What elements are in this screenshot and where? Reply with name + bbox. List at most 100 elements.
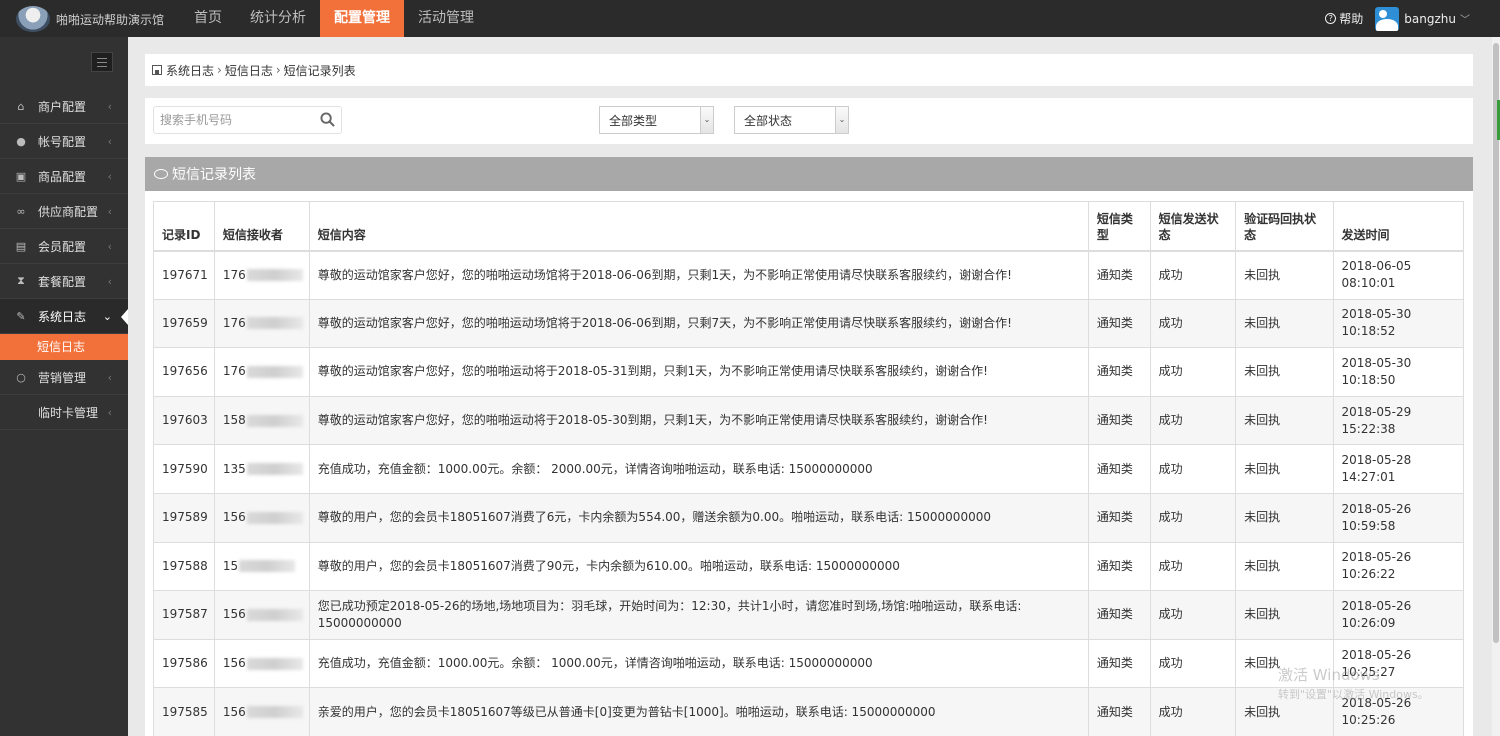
sidebar-item-member[interactable]: ▤ 会员配置 ‹ bbox=[0, 229, 128, 264]
chevron-down-icon: ⌄ bbox=[102, 309, 112, 323]
sidebar-subitem-sms-log[interactable]: 短信日志 bbox=[0, 334, 128, 360]
sidebar-item-supplier[interactable]: ∞ 供应商配置 ‹ bbox=[0, 194, 128, 229]
cell-ack-status: 未回执 bbox=[1235, 687, 1333, 736]
sidebar: ⌂ 商户配置 ‹ ● 帐号配置 ‹ ▣ 商品配置 ‹ ∞ 供应商配置 ‹ ▤ 会… bbox=[0, 37, 128, 736]
status-select-value: 全部状态 bbox=[744, 113, 793, 128]
cell-send-time: 2018-05-26 10:25:27 bbox=[1332, 638, 1464, 688]
nav-config[interactable]: 配置管理 bbox=[320, 0, 404, 37]
breadcrumb-item[interactable]: 系统日志 bbox=[166, 62, 214, 79]
username[interactable]: bangzhu bbox=[1404, 12, 1456, 26]
circle-icon: ○ bbox=[16, 370, 26, 384]
cell-ack-status: 未回执 bbox=[1235, 638, 1333, 688]
cell-id: 197671 bbox=[153, 250, 215, 300]
redacted-number bbox=[246, 657, 303, 670]
send-date: 2018-05-28 bbox=[1341, 453, 1412, 468]
chevron-down-icon[interactable]: ﹀ bbox=[1460, 11, 1470, 26]
cell-ack-status: 未回执 bbox=[1235, 492, 1333, 543]
redacted-number bbox=[246, 269, 303, 282]
help-link[interactable]: ? 帮助 bbox=[1325, 10, 1363, 27]
chevron-left-icon: ‹ bbox=[107, 370, 112, 384]
type-select[interactable]: 全部类型 ⌄ bbox=[599, 106, 714, 134]
search-input[interactable] bbox=[154, 108, 304, 132]
table-row: 197603 158 尊敬的运动馆家客户您好，您的啪啪运动将于2018-05-30到… bbox=[153, 395, 1464, 445]
cell-type: 通知类 bbox=[1087, 395, 1151, 445]
table-row: 197588 15 尊敬的用户，您的会员卡18051607消费了90元，卡内余额为6… bbox=[153, 541, 1464, 591]
cell-content: 尊敬的运动馆家客户您好，您的啪啪运动将于2018-05-31到期，只剩1天，为不… bbox=[308, 347, 1089, 397]
cell-send-time: 2018-06-05 08:10:01 bbox=[1332, 250, 1464, 300]
breadcrumb-separator: › bbox=[275, 63, 281, 77]
sms-log-table: 记录ID 短信接收者 短信内容 短信类型 短信发送状态 验证码回执状态 发送时间… bbox=[153, 201, 1464, 736]
nav-statistics[interactable]: 统计分析 bbox=[236, 0, 320, 37]
sidebar-item-label: 会员配置 bbox=[38, 239, 87, 254]
nav-home[interactable]: 首页 bbox=[180, 0, 236, 37]
cell-id: 197588 bbox=[153, 541, 215, 591]
table-row: 197589 156 尊敬的用户，您的会员卡18051607消费了6元，卡内余额为5… bbox=[153, 492, 1464, 543]
chevron-left-icon: ‹ bbox=[107, 169, 112, 183]
cell-receiver: 158 bbox=[213, 395, 310, 445]
send-clock: 08:10:01 bbox=[1341, 276, 1396, 291]
sidebar-menu: ⌂ 商户配置 ‹ ● 帐号配置 ‹ ▣ 商品配置 ‹ ∞ 供应商配置 ‹ ▤ 会… bbox=[0, 89, 128, 430]
cell-receiver: 156 bbox=[213, 590, 310, 640]
nav-activity[interactable]: 活动管理 bbox=[404, 0, 488, 37]
cell-receiver: 156 bbox=[213, 687, 310, 736]
send-date: 2018-05-30 bbox=[1341, 355, 1412, 370]
breadcrumb-item[interactable]: 短信日志 bbox=[225, 62, 273, 79]
breadcrumb-current: 短信记录列表 bbox=[283, 63, 356, 78]
col-header-receiver: 短信接收者 bbox=[213, 201, 310, 252]
status-select[interactable]: 全部状态 ⌄ bbox=[734, 106, 849, 134]
chevron-down-icon: ⌄ bbox=[700, 107, 713, 133]
sidebar-item-marketing[interactable]: ○ 营销管理 ‹ bbox=[0, 360, 128, 395]
col-header-send-status: 短信发送状态 bbox=[1149, 201, 1236, 252]
page-scrollbar[interactable] bbox=[1492, 37, 1500, 736]
send-clock: 10:25:26 bbox=[1341, 713, 1396, 728]
sidebar-item-merchant[interactable]: ⌂ 商户配置 ‹ bbox=[0, 89, 128, 124]
sidebar-item-label: 商品配置 bbox=[38, 169, 87, 184]
home-icon bbox=[152, 65, 162, 75]
redacted-number bbox=[246, 706, 303, 719]
redacted-number bbox=[246, 414, 303, 427]
cell-id: 197585 bbox=[153, 687, 215, 736]
receiver-prefix: 156 bbox=[222, 656, 246, 671]
table-row: 197585 156 亲爱的用户，您的会员卡18051607等级已从普通卡[0]变更… bbox=[153, 687, 1464, 736]
cell-send-time: 2018-05-29 15:22:38 bbox=[1332, 395, 1464, 445]
redacted-number bbox=[246, 463, 303, 476]
cell-content: 尊敬的运动馆家客户您好，您的啪啪运动将于2018-05-30到期，只剩1天，为不… bbox=[308, 395, 1089, 445]
cell-receiver: 135 bbox=[213, 444, 310, 494]
cell-type: 通知类 bbox=[1087, 444, 1151, 494]
sidebar-item-package[interactable]: ⧗ 套餐配置 ‹ bbox=[0, 264, 128, 299]
table-row: 197586 156 充值成功，充值金额：1000.00元。余额： 1000.00元… bbox=[153, 638, 1464, 688]
sidebar-item-label: 套餐配置 bbox=[38, 274, 87, 289]
chat-icon bbox=[154, 169, 168, 179]
cell-send-status: 成功 bbox=[1149, 444, 1236, 494]
receiver-prefix: 135 bbox=[222, 461, 246, 476]
top-navbar: 啪啪运动帮助演示馆 首页 统计分析 配置管理 活动管理 ? 帮助 bangzhu… bbox=[0, 0, 1500, 37]
cell-type: 通知类 bbox=[1087, 541, 1151, 591]
send-clock: 10:18:52 bbox=[1341, 324, 1396, 339]
cell-ack-status: 未回执 bbox=[1235, 395, 1333, 445]
breadcrumb: 系统日志 › 短信日志 › 短信记录列表 bbox=[145, 54, 1473, 86]
cell-id: 197590 bbox=[153, 444, 215, 494]
send-clock: 10:59:58 bbox=[1341, 518, 1396, 533]
table-header-row: 记录ID 短信接收者 短信内容 短信类型 短信发送状态 验证码回执状态 发送时间 bbox=[153, 201, 1464, 252]
cell-send-time: 2018-05-28 14:27:01 bbox=[1332, 444, 1464, 494]
cell-content: 充值成功，充值金额：1000.00元。余额： 1000.00元，详情咨询啪啪运动… bbox=[308, 638, 1089, 688]
cell-send-time: 2018-05-26 10:26:09 bbox=[1332, 590, 1464, 640]
sidebar-item-temp-card[interactable]: 临时卡管理 ‹ bbox=[0, 395, 128, 430]
sidebar-item-system-log[interactable]: ✎ 系统日志 ⌄ bbox=[0, 299, 128, 334]
send-date: 2018-05-26 bbox=[1341, 647, 1412, 662]
home-icon: ⌂ bbox=[17, 99, 25, 113]
cell-receiver: 176 bbox=[213, 347, 310, 397]
avatar[interactable] bbox=[1375, 6, 1400, 31]
panel-title: 短信记录列表 bbox=[172, 167, 256, 183]
sidebar-item-account[interactable]: ● 帐号配置 ‹ bbox=[0, 124, 128, 159]
cell-send-status: 成功 bbox=[1149, 492, 1236, 543]
question-icon: ? bbox=[1325, 13, 1337, 24]
cell-id: 197656 bbox=[153, 347, 215, 397]
search-icon[interactable] bbox=[320, 112, 335, 127]
sidebar-item-product[interactable]: ▣ 商品配置 ‹ bbox=[0, 159, 128, 194]
cell-ack-status: 未回执 bbox=[1235, 541, 1333, 591]
table-row: 197671 176 尊敬的运动馆家客户您好，您的啪啪运动场馆将于2018-06-0… bbox=[153, 250, 1464, 300]
menu-toggle-button[interactable] bbox=[91, 52, 113, 72]
receiver-prefix: 15 bbox=[222, 558, 239, 573]
brand[interactable]: 啪啪运动帮助演示馆 bbox=[16, 5, 164, 33]
